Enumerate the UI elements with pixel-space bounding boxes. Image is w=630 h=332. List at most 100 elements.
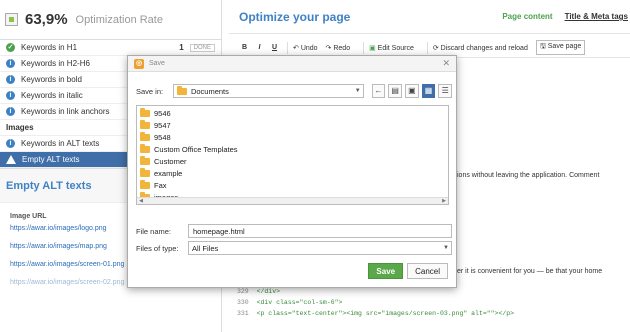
- tab-page-content[interactable]: Page content: [502, 12, 552, 21]
- source-icon: ▣: [369, 44, 376, 52]
- close-icon[interactable]: ✕: [442, 58, 450, 69]
- save-dialog: ◎ Save ✕ Save in: Documents ▼ ← ▤ ▣ ▦ ☰ …: [127, 55, 457, 288]
- folder-label: example: [154, 168, 183, 178]
- file-type-row: Files of type: All Files ▼: [136, 241, 452, 255]
- details-view-icon[interactable]: ☰: [438, 84, 453, 98]
- check-label: Keywords in ALT texts: [21, 139, 100, 148]
- back-icon[interactable]: ←: [371, 84, 386, 98]
- up-folder-icon[interactable]: ▤: [388, 84, 403, 98]
- info-icon: i: [6, 59, 15, 68]
- folder-item[interactable]: Customer: [137, 155, 448, 167]
- cancel-button[interactable]: Cancel: [407, 263, 448, 279]
- code-text: </div>: [256, 288, 281, 295]
- line-number: 329: [237, 288, 249, 295]
- chevron-down-icon: ▼: [354, 88, 361, 94]
- file-type-value: All Files: [192, 243, 219, 253]
- save-in-row: Save in: Documents ▼ ← ▤ ▣ ▦ ☰: [136, 83, 453, 99]
- check-label: Keywords in bold: [21, 75, 82, 84]
- folder-item[interactable]: example: [137, 167, 448, 179]
- folder-item[interactable]: 9547: [137, 119, 448, 131]
- check-label: Keywords in H2-H6: [21, 59, 90, 68]
- line-number: 331: [237, 310, 249, 317]
- save-page-button[interactable]: 🖫 Save page: [535, 40, 586, 55]
- file-type-select[interactable]: All Files ▼: [188, 241, 452, 255]
- editor-header: Optimize your page Page content Title & …: [229, 0, 630, 34]
- section-label: Images: [6, 123, 34, 132]
- line-number: 330: [237, 299, 249, 306]
- info-icon: i: [6, 75, 15, 84]
- file-type-label: Files of type:: [136, 243, 179, 253]
- folder-item[interactable]: Custom Office Templates: [137, 143, 448, 155]
- new-folder-icon[interactable]: ▣: [405, 84, 419, 98]
- score-label: Optimization Rate: [75, 13, 163, 26]
- folder-item[interactable]: 9548: [137, 131, 448, 143]
- scroll-left-icon[interactable]: ◀: [137, 198, 145, 204]
- info-icon: i: [6, 139, 15, 148]
- check-count: 1: [179, 43, 184, 52]
- check-label: Keywords in H1: [21, 43, 78, 52]
- folder-icon: [140, 143, 150, 153]
- code-line: 329 </div>: [237, 288, 280, 295]
- folder-icon: [140, 107, 150, 117]
- italic-button[interactable]: I: [252, 44, 267, 51]
- file-name-input[interactable]: homepage.html: [188, 224, 452, 238]
- underline-button[interactable]: U: [267, 44, 282, 51]
- file-name-row: File name: homepage.html: [136, 224, 452, 238]
- undo-button[interactable]: ↶ Undo: [293, 44, 318, 52]
- editor-text-line: ions without leaving the application. Co…: [457, 172, 600, 179]
- info-icon: i: [6, 91, 15, 100]
- folder-icon: [140, 119, 150, 129]
- check-ok-icon: ✓: [6, 43, 15, 52]
- score-value: 63,9%: [25, 11, 68, 28]
- optimization-score: 63,9% Optimization Rate: [0, 0, 221, 40]
- tab-title-meta[interactable]: Title & Meta tags: [565, 12, 628, 21]
- folder-icon: [140, 155, 150, 165]
- redo-label: Redo: [333, 44, 351, 52]
- check-keywords-h1[interactable]: ✓ Keywords in H1 1 DONE: [0, 40, 221, 56]
- code-line: 330 <div class="col-sm-6">: [237, 299, 342, 306]
- folder-icon: [140, 131, 150, 141]
- folder-icon: [140, 179, 150, 189]
- dialog-title: Save: [149, 60, 165, 67]
- info-icon: i: [6, 107, 15, 116]
- toolbar-divider: [287, 41, 288, 54]
- list-view-icon[interactable]: ▦: [421, 84, 436, 98]
- save-page-label: Save page: [547, 43, 582, 50]
- folder-label: Fax: [154, 180, 167, 190]
- horizontal-scrollbar[interactable]: ◀ ▶: [137, 197, 448, 204]
- app-icon: ◎: [134, 58, 144, 69]
- folder-label: Customer: [154, 156, 187, 166]
- folder-label: 9547: [154, 120, 171, 130]
- folder-item[interactable]: 9546: [137, 107, 448, 119]
- scroll-right-icon[interactable]: ▶: [440, 198, 448, 204]
- code-text: <p class="text-center"><img src="images/…: [256, 310, 515, 317]
- warning-icon: [6, 155, 16, 164]
- page-title: Optimize your page: [239, 9, 351, 24]
- save-in-label: Save in:: [136, 86, 164, 96]
- edit-source-button[interactable]: ▣ Edit Source: [369, 44, 414, 52]
- chevron-down-icon: ▼: [443, 245, 449, 251]
- folder-icon: [176, 85, 187, 95]
- save-in-select[interactable]: Documents ▼: [172, 84, 364, 98]
- edit-source-label: Edit Source: [377, 44, 414, 52]
- done-badge[interactable]: DONE: [189, 43, 215, 52]
- folder-label: Custom Office Templates: [154, 144, 238, 154]
- save-in-value: Documents: [190, 86, 229, 96]
- undo-label: Undo: [300, 44, 318, 52]
- save-button[interactable]: Save: [368, 263, 404, 279]
- file-name-label: File name:: [136, 226, 172, 236]
- folder-item[interactable]: Fax: [137, 179, 448, 191]
- code-text: <div class="col-sm-6">: [256, 299, 343, 306]
- score-indicator-icon: [5, 13, 18, 26]
- folder-label: 9548: [154, 132, 171, 142]
- code-line: 331 <p class="text-center"><img src="ima…: [237, 310, 514, 317]
- editor-text-line: er it is convenient for you — be that yo…: [457, 268, 603, 275]
- folder-label: 9546: [154, 108, 171, 118]
- redo-button[interactable]: ↷ Redo: [326, 44, 351, 52]
- discard-button[interactable]: ⟳ Discard changes and reload: [433, 44, 528, 52]
- folder-icon: [140, 167, 150, 177]
- toolbar-divider: [363, 41, 365, 54]
- dialog-titlebar[interactable]: ◎ Save ✕: [128, 56, 456, 72]
- file-list: 9546 9547 9548 Custom Office Templates C…: [136, 105, 449, 205]
- bold-button[interactable]: B: [237, 44, 252, 51]
